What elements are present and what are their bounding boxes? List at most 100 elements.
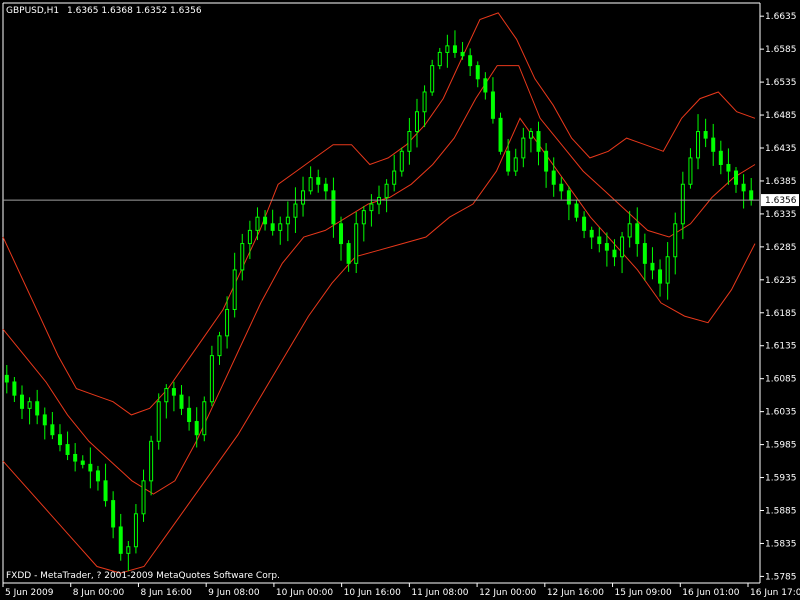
- candle-body[interactable]: [202, 401, 207, 436]
- candle-body[interactable]: [118, 526, 123, 554]
- candle-body[interactable]: [225, 308, 230, 337]
- candle-body[interactable]: [741, 183, 746, 192]
- candle-body[interactable]: [50, 424, 55, 436]
- candle-body[interactable]: [369, 203, 374, 212]
- candle-body[interactable]: [384, 183, 389, 198]
- candle-body[interactable]: [4, 374, 9, 383]
- candle-body[interactable]: [445, 45, 450, 53]
- candle-body[interactable]: [559, 183, 564, 192]
- candle-body[interactable]: [452, 45, 457, 53]
- candle-body[interactable]: [528, 131, 533, 139]
- candle-body[interactable]: [323, 183, 328, 192]
- candle-body[interactable]: [620, 236, 625, 258]
- candle-body[interactable]: [27, 401, 32, 409]
- candle-body[interactable]: [597, 236, 602, 245]
- candle-body[interactable]: [278, 223, 283, 231]
- candle-body[interactable]: [339, 223, 344, 245]
- candle-body[interactable]: [133, 513, 138, 548]
- candle-body[interactable]: [57, 434, 62, 446]
- candle-body[interactable]: [88, 463, 93, 472]
- candle-body[interactable]: [103, 480, 108, 502]
- candle-body[interactable]: [35, 401, 40, 416]
- candle-body[interactable]: [582, 216, 587, 231]
- candle-body[interactable]: [308, 177, 313, 192]
- candle-body[interactable]: [164, 388, 169, 403]
- candle-body[interactable]: [354, 223, 359, 264]
- candle-body[interactable]: [12, 381, 17, 396]
- candle-body[interactable]: [65, 444, 70, 455]
- candle-body[interactable]: [171, 388, 176, 396]
- candle-body[interactable]: [194, 421, 199, 436]
- candle-body[interactable]: [718, 150, 723, 165]
- candle-body[interactable]: [111, 500, 116, 528]
- candle-body[interactable]: [475, 65, 480, 80]
- candle-body[interactable]: [293, 203, 298, 218]
- candle-body[interactable]: [209, 355, 214, 403]
- candle-body[interactable]: [422, 91, 427, 113]
- candle-body[interactable]: [414, 111, 419, 133]
- candle-body[interactable]: [498, 117, 503, 152]
- candle-body[interactable]: [688, 157, 693, 185]
- candle-body[interactable]: [658, 269, 663, 284]
- candle-body[interactable]: [483, 78, 488, 93]
- candle-body[interactable]: [544, 150, 549, 172]
- candle-body[interactable]: [437, 51, 442, 67]
- candle-body[interactable]: [726, 163, 731, 172]
- candle-body[interactable]: [460, 51, 465, 57]
- candle-body[interactable]: [650, 262, 655, 271]
- candle-body[interactable]: [506, 150, 511, 172]
- candle-body[interactable]: [536, 131, 541, 152]
- candle-body[interactable]: [331, 190, 336, 225]
- candle-body[interactable]: [521, 137, 526, 159]
- candle-body[interactable]: [301, 190, 306, 205]
- candle-body[interactable]: [361, 210, 366, 225]
- candle-body[interactable]: [566, 190, 571, 205]
- candle-body[interactable]: [680, 183, 685, 225]
- candle-body[interactable]: [263, 216, 268, 225]
- candle-body[interactable]: [392, 170, 397, 185]
- candle-body[interactable]: [240, 243, 245, 271]
- candle-body[interactable]: [399, 150, 404, 172]
- candle-body[interactable]: [642, 243, 647, 264]
- candle-body[interactable]: [749, 190, 754, 201]
- candle-body[interactable]: [346, 243, 351, 264]
- candle-body[interactable]: [255, 216, 260, 231]
- candle-body[interactable]: [574, 203, 579, 218]
- candle-body[interactable]: [604, 243, 609, 251]
- candle-body[interactable]: [156, 401, 161, 442]
- candle-body[interactable]: [513, 157, 518, 172]
- candle-body[interactable]: [217, 335, 222, 357]
- candle-body[interactable]: [19, 394, 24, 409]
- candle-body[interactable]: [141, 480, 146, 515]
- candle-body[interactable]: [126, 546, 131, 554]
- candle-body[interactable]: [407, 131, 412, 152]
- price-chart[interactable]: 1.6635 1.6585 1.6535 1.6485 1.6435 1.6385 1.63…: [0, 0, 800, 600]
- candle-body[interactable]: [635, 223, 640, 245]
- candle-body[interactable]: [316, 177, 321, 185]
- candle-body[interactable]: [734, 170, 739, 185]
- candle-body[interactable]: [179, 394, 184, 409]
- candle-body[interactable]: [703, 131, 708, 139]
- candle-body[interactable]: [247, 229, 252, 245]
- candle-body[interactable]: [285, 216, 290, 225]
- candle-body[interactable]: [612, 249, 617, 258]
- candle-body[interactable]: [490, 91, 495, 119]
- candle-body[interactable]: [696, 131, 701, 159]
- candle-body[interactable]: [232, 269, 237, 310]
- candle-body[interactable]: [80, 460, 85, 465]
- candle-body[interactable]: [551, 170, 556, 185]
- candle-body[interactable]: [270, 223, 275, 231]
- candle-body[interactable]: [187, 407, 192, 423]
- candle-body[interactable]: [673, 223, 678, 258]
- candle-body[interactable]: [589, 229, 594, 238]
- candle-body[interactable]: [73, 453, 78, 462]
- candle-body[interactable]: [711, 137, 716, 152]
- candle-body[interactable]: [665, 256, 670, 284]
- candle-body[interactable]: [468, 55, 473, 67]
- candle-body[interactable]: [430, 65, 435, 93]
- candle-body[interactable]: [95, 470, 100, 482]
- candle-body[interactable]: [377, 196, 381, 205]
- candle-body[interactable]: [42, 414, 47, 426]
- candle-body[interactable]: [149, 440, 154, 482]
- candle-body[interactable]: [627, 223, 632, 238]
